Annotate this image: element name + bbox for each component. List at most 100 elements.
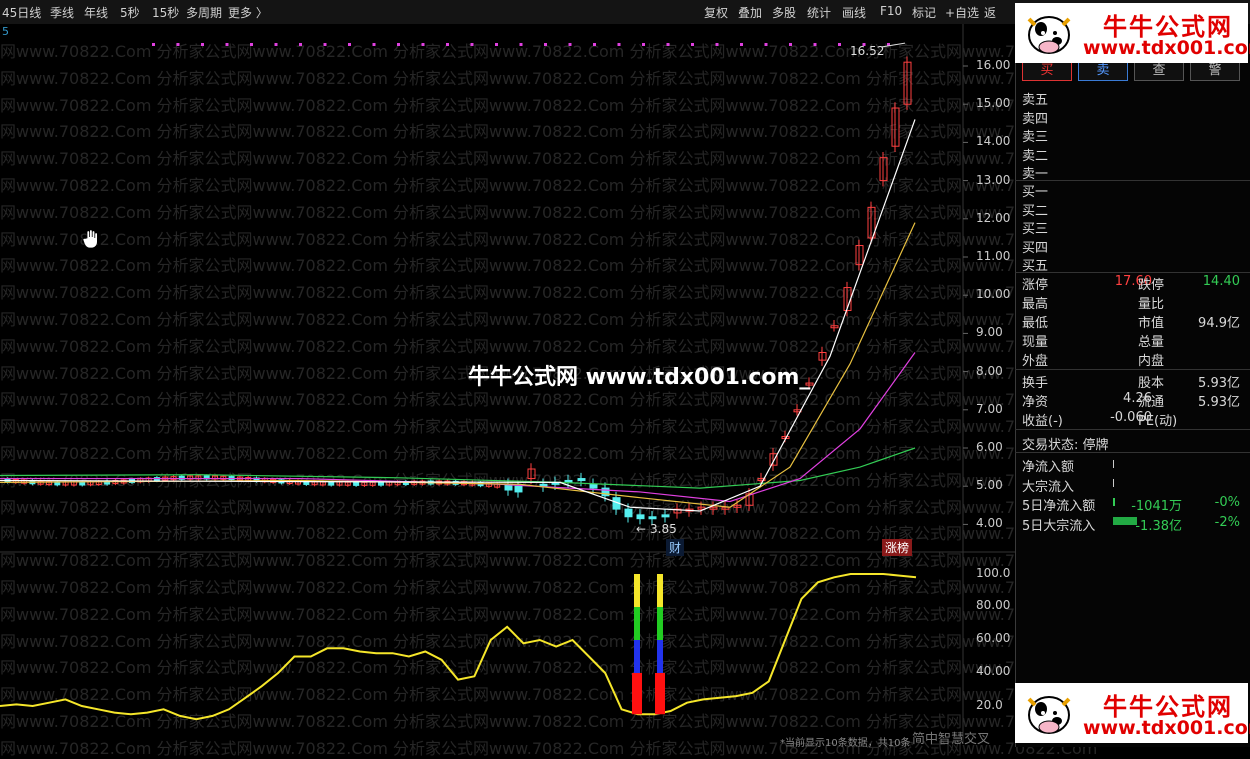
indicator-tick-label: 60.00	[976, 631, 1011, 645]
logo-bottom: 牛牛公式网 www.tdx001.com	[1015, 683, 1250, 743]
price-tick-label: 8.00	[976, 363, 1003, 378]
signal-dot	[250, 43, 253, 46]
stat-label: 收益(-)	[1022, 414, 1063, 429]
price-tick-label: 9.00	[976, 325, 1003, 340]
signal-dot	[201, 43, 204, 46]
more-button[interactable]: 更多 〉	[228, 4, 268, 21]
stat-value: 5.93亿	[1198, 395, 1240, 410]
candle-body	[328, 481, 335, 486]
sell-level-label: 卖五	[1022, 93, 1049, 108]
stat-value: 14.40	[1202, 274, 1240, 289]
draw-line-button[interactable]: 画线	[842, 4, 866, 21]
stat-label: 换手	[1022, 376, 1049, 391]
stat-label: 总量	[1138, 335, 1165, 350]
signal-dot	[838, 43, 841, 46]
indicator-bar-blue	[657, 640, 663, 673]
indicator-bar-blue	[634, 640, 640, 673]
panel-divider	[1015, 369, 1250, 370]
signal-dot	[617, 43, 621, 46]
stat-label: 涨停	[1022, 278, 1049, 293]
sell-level-label: 卖二	[1022, 148, 1049, 164]
high-price-label: 16.52	[850, 44, 885, 58]
price-tick-label: 13.00	[976, 172, 1011, 187]
gain-rank-badge[interactable]: 涨榜	[882, 539, 913, 556]
stat-value: 94.9亿	[1198, 316, 1240, 331]
stat-label: 外盘	[1022, 354, 1049, 369]
period-year[interactable]: 年线	[84, 4, 108, 21]
signal-dot	[299, 43, 302, 46]
stat-label: 跌停	[1138, 278, 1165, 293]
mark-button[interactable]: 标记	[912, 4, 936, 21]
signal-dot	[397, 43, 400, 46]
low-price-arrow: ←	[636, 522, 647, 536]
buy-level-label: 买一	[1022, 185, 1049, 200]
indicator-tick-label: 80.00	[976, 598, 1011, 612]
candle-body	[577, 478, 586, 482]
finance-badge[interactable]: 财	[666, 539, 685, 556]
low-price-label: 3.85	[650, 522, 677, 536]
multi-stock-button[interactable]: 多股	[772, 4, 796, 21]
trade-status: 交易状态: 停牌	[1022, 438, 1109, 453]
indicator-bar-green	[634, 607, 640, 640]
candle-body	[636, 514, 645, 520]
add-watchlist-button[interactable]: +自选	[945, 4, 979, 21]
stat-label: PE(动)	[1138, 414, 1178, 429]
multi-period-button[interactable]: 多周期	[186, 4, 222, 21]
ma-white-line	[0, 119, 916, 512]
signal-dot	[470, 43, 474, 46]
overlay-button[interactable]: 叠加	[738, 4, 762, 21]
statistics-button[interactable]: 统计	[807, 4, 831, 21]
sell-level-label: 卖四	[1022, 111, 1049, 127]
tab-query[interactable]: 查	[1134, 61, 1184, 81]
candle-body	[648, 516, 657, 520]
panel-divider	[1015, 180, 1250, 181]
candle-body	[624, 508, 633, 518]
indicator-bar-red	[632, 673, 642, 715]
stat-label: 股本	[1138, 376, 1165, 391]
indicator-line	[0, 573, 917, 721]
price-tick-label: 5.00	[976, 478, 1003, 493]
f10-button[interactable]: F10	[880, 4, 902, 18]
tab-sell[interactable]: 卖	[1078, 61, 1128, 81]
cow-mascot-icon	[1027, 696, 1071, 734]
panel-divider	[1015, 429, 1250, 430]
logo-url: www.tdx001.com	[1083, 37, 1250, 59]
stat-label: 净资	[1022, 395, 1049, 410]
candle-body	[589, 483, 598, 489]
signal-dot	[372, 43, 376, 46]
indicator-bar-yellow	[634, 574, 640, 607]
period-45day[interactable]: 45日线	[2, 4, 41, 21]
back-button[interactable]: 返	[984, 4, 996, 21]
signal-dot	[225, 43, 229, 46]
stat-label: 现量	[1022, 335, 1049, 350]
signal-dot	[446, 43, 449, 46]
indicator-tick-label: 100.0	[976, 566, 1011, 580]
stat-label: 量比	[1138, 297, 1165, 312]
signal-dot	[666, 43, 670, 46]
bottom-indicator-name: 简中智慧交叉	[912, 732, 991, 747]
candle-body	[378, 481, 384, 486]
buy-level-label: 买四	[1022, 240, 1049, 256]
cow-mascot-icon	[1027, 16, 1071, 54]
signal-dot	[764, 43, 768, 46]
signal-dot	[152, 43, 155, 46]
stat-label: 最高	[1022, 297, 1049, 312]
stat-label: 市值	[1138, 316, 1165, 331]
candle-body	[353, 481, 360, 486]
period-5s[interactable]: 5秒	[120, 4, 140, 21]
signal-dot	[593, 43, 596, 46]
flow-bar	[1113, 517, 1137, 525]
tab-alert[interactable]: 警	[1190, 61, 1240, 81]
period-quarter[interactable]: 季线	[50, 4, 74, 21]
signal-dot	[323, 43, 327, 46]
signal-dot	[642, 43, 645, 46]
stat-label: 内盘	[1138, 354, 1165, 369]
signal-dot	[544, 43, 547, 46]
price-tick-label: 12.00	[976, 210, 1011, 225]
price-tick-label: 10.00	[976, 287, 1011, 302]
price-tick-label: 14.00	[976, 134, 1011, 149]
period-15s[interactable]: 15秒	[152, 4, 179, 21]
restore-rights-button[interactable]: 复权	[704, 4, 728, 21]
stat-label: 流通	[1138, 395, 1165, 410]
tab-buy[interactable]: 买	[1022, 61, 1072, 81]
